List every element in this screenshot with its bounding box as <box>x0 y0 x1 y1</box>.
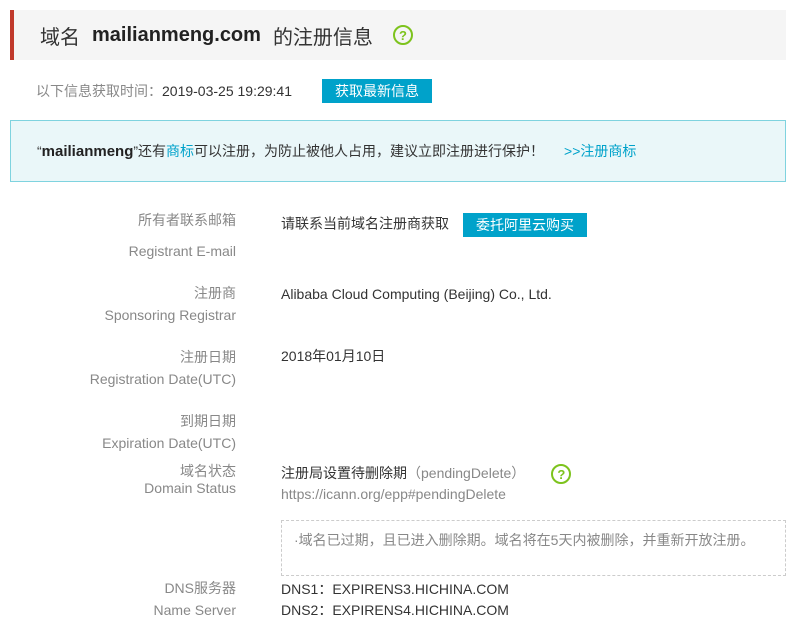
status-url[interactable]: https://icann.org/epp#pendingDelete <box>281 486 506 502</box>
reg-date-value: 2018年01月10日 <box>281 348 386 364</box>
fetch-time-label: 以下信息获取时间： <box>36 83 162 99</box>
trademark-notice: “mailianmeng” 还有 商标 可以注册，为防止被他人占用，建议立即注册进行保… <box>10 120 786 182</box>
notice-text-after: 可以注册，为防止被他人占用，建议立即注册进行保护！ <box>194 143 545 159</box>
status-code: （pendingDelete） <box>407 465 526 481</box>
header-suffix: 的注册信息 <box>272 26 373 49</box>
email-value: 请联系当前域名注册商获取 <box>281 215 449 232</box>
exp-date-label-en: Expiration Date(UTC) <box>102 435 236 451</box>
dns1-value: DNS1：EXPIRENS3.HICHINA.COM <box>281 581 509 597</box>
dns-label-cn: DNS服务器 <box>164 580 236 596</box>
fetch-time-row: 以下信息获取时间： 2019-03-25 19:29:41 获取最新信息 <box>36 79 432 103</box>
register-trademark-link[interactable]: >>注册商标 <box>564 141 636 161</box>
question-circle-icon[interactable]: ? <box>392 25 413 45</box>
status-label-en: Domain Status <box>144 480 236 496</box>
fetch-time-value: 2019-03-25 19:29:41 <box>162 83 292 99</box>
status-note-box: ·域名已过期，且已进入删除期。域名将在5天内被删除，并重新开放注册。 <box>281 520 786 576</box>
email-label-en: Registrant E-mail <box>128 243 236 259</box>
dns2-value: DNS2：EXPIRENS4.HICHINA.COM <box>281 602 509 618</box>
registrar-label-cn: 注册商 <box>194 285 236 301</box>
registrar-value: Alibaba Cloud Computing (Beijing) Co., L… <box>281 286 552 302</box>
notice-keyword: mailianmeng <box>41 142 134 160</box>
question-circle-icon[interactable]: ? <box>551 464 572 485</box>
page-header: 域名 mailianmeng.com 的注册信息 ? <box>10 10 786 60</box>
email-label-cn: 所有者联系邮箱 <box>138 212 236 228</box>
dns-label-en: Name Server <box>153 602 236 618</box>
email-value-row: 请联系当前域名注册商获取 委托阿里云购买 <box>281 213 587 237</box>
registrar-label-en: Sponsoring Registrar <box>104 307 236 323</box>
trademark-link[interactable]: 商标 <box>166 141 194 161</box>
buy-via-aliyun-button[interactable]: 委托阿里云购买 <box>463 213 587 237</box>
exp-date-label-cn: 到期日期 <box>180 413 236 429</box>
header-domain: mailianmeng.com <box>92 23 261 46</box>
status-url-row: https://icann.org/epp#pendingDelete <box>281 484 506 504</box>
status-value: 注册局设置待删除期 <box>281 465 407 481</box>
header-prefix: 域名 <box>40 26 80 49</box>
reg-date-label-en: Registration Date(UTC) <box>89 371 236 387</box>
status-value-row: 注册局设置待删除期（pendingDelete）? <box>281 463 572 485</box>
reg-date-label-cn: 注册日期 <box>180 349 236 365</box>
notice-text-before: 还有 <box>138 143 167 159</box>
refresh-info-button[interactable]: 获取最新信息 <box>322 79 432 103</box>
